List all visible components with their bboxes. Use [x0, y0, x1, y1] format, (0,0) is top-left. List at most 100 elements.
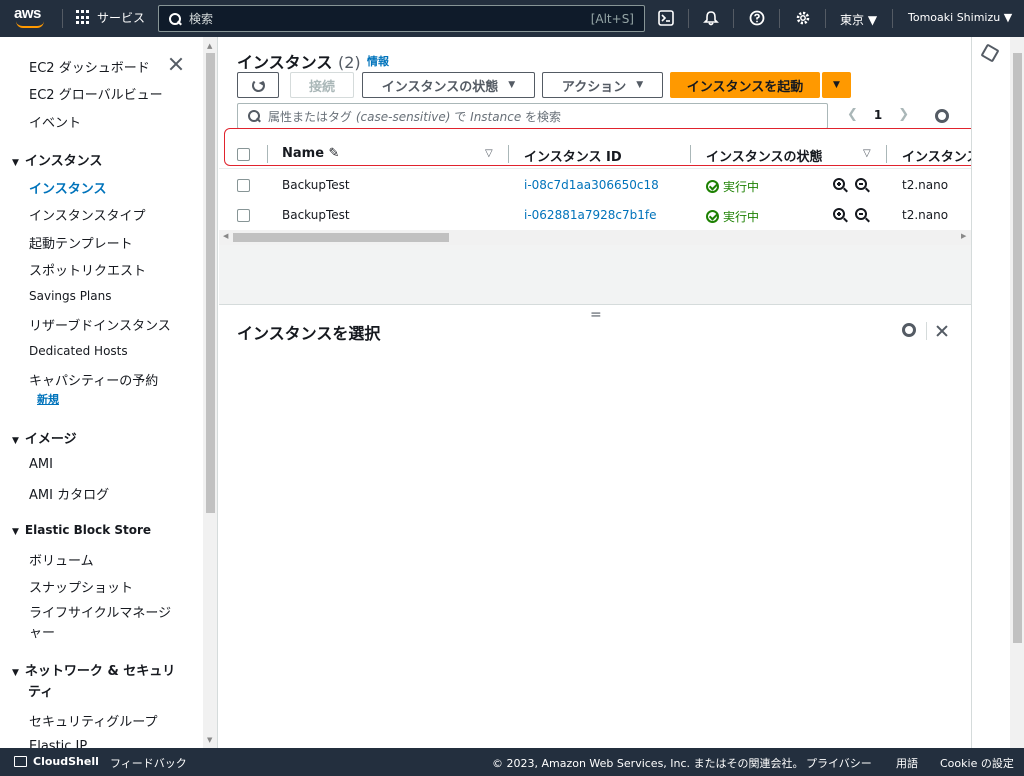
actions-button[interactable]: アクション ▼ — [542, 72, 663, 98]
caret-down-icon: ▼ — [12, 527, 19, 537]
nav-instances[interactable]: インスタンス — [29, 178, 106, 197]
connect-button[interactable]: 接続 — [290, 72, 354, 98]
nav-section-instances[interactable]: ▼ インスタンス — [12, 150, 102, 169]
global-search-input[interactable]: 検索 [Alt+S] — [158, 5, 645, 32]
launch-instances-button[interactable]: インスタンスを起動 — [670, 72, 820, 98]
top-navigation: aws サービス 検索 [Alt+S] 東京 ▼ Tomoaki Shimizu… — [0, 0, 1024, 37]
next-page-icon[interactable]: ❯ — [898, 107, 909, 122]
cloudshell-link[interactable]: CloudShell — [33, 755, 99, 768]
cell-name: BackupTest — [282, 178, 350, 192]
settings-gear-icon[interactable] — [794, 9, 812, 27]
cloudshell-icon — [14, 756, 27, 767]
page-scrollbar-thumb[interactable] — [1013, 53, 1022, 643]
nav-spot-requests[interactable]: スポットリクエスト — [29, 260, 146, 279]
table-empty-area — [219, 245, 971, 305]
zoom-out-icon[interactable] — [855, 208, 870, 223]
nav-instance-types[interactable]: インスタンスタイプ — [29, 205, 145, 224]
scroll-up-icon[interactable]: ▲ — [207, 42, 212, 50]
instance-state-button[interactable]: インスタンスの状態 ▼ — [362, 72, 535, 98]
filter-placeholder: 属性またはタグ (case-sensitive) で Instance を検索 — [268, 109, 562, 124]
cell-instance-id-link[interactable]: i-08c7d1aa306650c18 — [524, 178, 659, 192]
tools-panel-icon[interactable] — [980, 43, 1000, 63]
search-icon — [248, 110, 260, 122]
right-tools-rail — [971, 37, 1024, 748]
nav-capacity-reservations[interactable]: キャパシティーの予約 — [29, 370, 158, 389]
table-horizontal-scrollbar[interactable]: ◀ ▶ — [219, 230, 971, 245]
row-checkbox[interactable] — [237, 209, 250, 222]
feedback-link[interactable]: フィードバック — [110, 755, 187, 771]
zoom-out-icon[interactable] — [855, 178, 870, 193]
help-icon[interactable] — [748, 9, 766, 27]
table-row[interactable]: BackupTest i-062881a7928c7b1fe 実行中 t2.na… — [219, 200, 971, 230]
terms-link[interactable]: 用語 — [896, 755, 918, 771]
aws-logo-text: aws — [14, 5, 41, 22]
cell-instance-type: t2.nano — [902, 178, 949, 192]
caret-down-icon: ▼ — [636, 80, 644, 90]
nav-launch-templates[interactable]: 起動テンプレート — [29, 233, 133, 252]
cell-name: BackupTest — [282, 208, 350, 222]
caret-down-icon: ▼ — [12, 436, 19, 446]
bell-icon[interactable] — [702, 9, 720, 27]
user-menu[interactable]: Tomoaki Shimizu ▼ — [908, 11, 1012, 24]
table-row[interactable]: BackupTest i-08c7d1aa306650c18 実行中 t2.na… — [219, 170, 971, 200]
scroll-down-icon[interactable]: ▼ — [207, 736, 212, 744]
zoom-in-icon[interactable] — [833, 208, 848, 223]
scroll-right-icon[interactable]: ▶ — [961, 232, 966, 240]
nav-ec2-dashboard[interactable]: EC2 ダッシュボード — [29, 57, 150, 76]
nav-snapshots[interactable]: スナップショット — [29, 577, 133, 596]
table-preferences-gear-icon[interactable] — [935, 109, 949, 123]
split-panel-close-icon[interactable] — [935, 324, 949, 338]
cell-instance-id-link[interactable]: i-062881a7928c7b1fe — [524, 208, 656, 222]
copyright-text: © 2023, Amazon Web Services, Inc. またはその関… — [492, 757, 804, 770]
cookie-settings-link[interactable]: Cookie の設定 — [940, 755, 1014, 771]
nav-section-ebs[interactable]: ▼ Elastic Block Store — [12, 523, 151, 537]
services-label: サービス — [97, 11, 146, 25]
nav-volumes[interactable]: ボリューム — [29, 550, 94, 569]
cell-instance-state: 実行中 — [706, 208, 759, 225]
close-nav-icon[interactable] — [168, 56, 184, 72]
status-ok-icon — [706, 210, 719, 223]
refresh-button[interactable] — [237, 72, 279, 98]
nav-ami[interactable]: AMI — [29, 457, 53, 472]
refresh-icon — [251, 78, 265, 92]
services-menu-button[interactable]: サービス — [76, 9, 145, 26]
footer: CloudShell フィードバック © 2023, Amazon Web Se… — [0, 748, 1024, 776]
zoom-in-icon[interactable] — [833, 178, 848, 193]
page-number[interactable]: 1 — [874, 108, 882, 122]
aws-logo[interactable]: aws — [14, 6, 48, 30]
nav-scrollbar-thumb[interactable] — [206, 53, 215, 513]
divider — [62, 9, 63, 28]
cloudshell-icon[interactable] — [657, 9, 675, 27]
nav-section-network-security[interactable]: ▼ ネットワーク & セキュリティ — [12, 662, 182, 703]
nav-events[interactable]: イベント — [29, 112, 81, 131]
caret-down-icon: ▼ — [833, 80, 840, 90]
divider — [926, 322, 927, 340]
region-selector[interactable]: 東京 ▼ — [840, 11, 877, 28]
launch-dropdown-button[interactable]: ▼ — [822, 72, 851, 98]
cell-instance-type: t2.nano — [902, 208, 949, 222]
horizontal-scrollbar-thumb[interactable] — [233, 233, 449, 242]
nav-ami-catalog[interactable]: AMI カタログ — [29, 484, 109, 503]
nav-elastic-ip[interactable]: Elastic IP — [29, 739, 87, 748]
privacy-link[interactable]: プライバシー — [806, 755, 872, 771]
nav-reserved-instances[interactable]: リザーブドインスタンス — [29, 315, 171, 334]
nav-lifecycle-manager[interactable]: ライフサイクルマネージャー — [29, 604, 179, 644]
nav-savings-plans[interactable]: Savings Plans — [29, 289, 111, 303]
scroll-left-icon[interactable]: ◀ — [223, 232, 228, 240]
nav-ec2-global-view[interactable]: EC2 グローバルビュー — [29, 84, 163, 103]
split-panel-drag-handle[interactable]: = — [590, 307, 602, 323]
page-title: インスタンス (2) — [237, 53, 361, 72]
row-checkbox[interactable] — [237, 179, 250, 192]
nav-dedicated-hosts[interactable]: Dedicated Hosts — [29, 344, 128, 358]
search-shortcut: [Alt+S] — [590, 11, 634, 26]
aws-smile-icon — [16, 21, 44, 28]
instance-filter-input[interactable]: 属性またはタグ (case-sensitive) で Instance を検索 — [237, 103, 828, 129]
prev-page-icon[interactable]: ❮ — [847, 107, 858, 122]
status-ok-icon — [706, 180, 719, 193]
new-badge: 新規 — [37, 393, 59, 406]
nav-section-images[interactable]: ▼ イメージ — [12, 428, 77, 447]
nav-security-groups[interactable]: セキュリティグループ — [29, 711, 157, 730]
highlight-annotation — [224, 128, 978, 166]
info-link[interactable]: 情報 — [367, 53, 389, 69]
split-panel-gear-icon[interactable] — [902, 323, 916, 337]
